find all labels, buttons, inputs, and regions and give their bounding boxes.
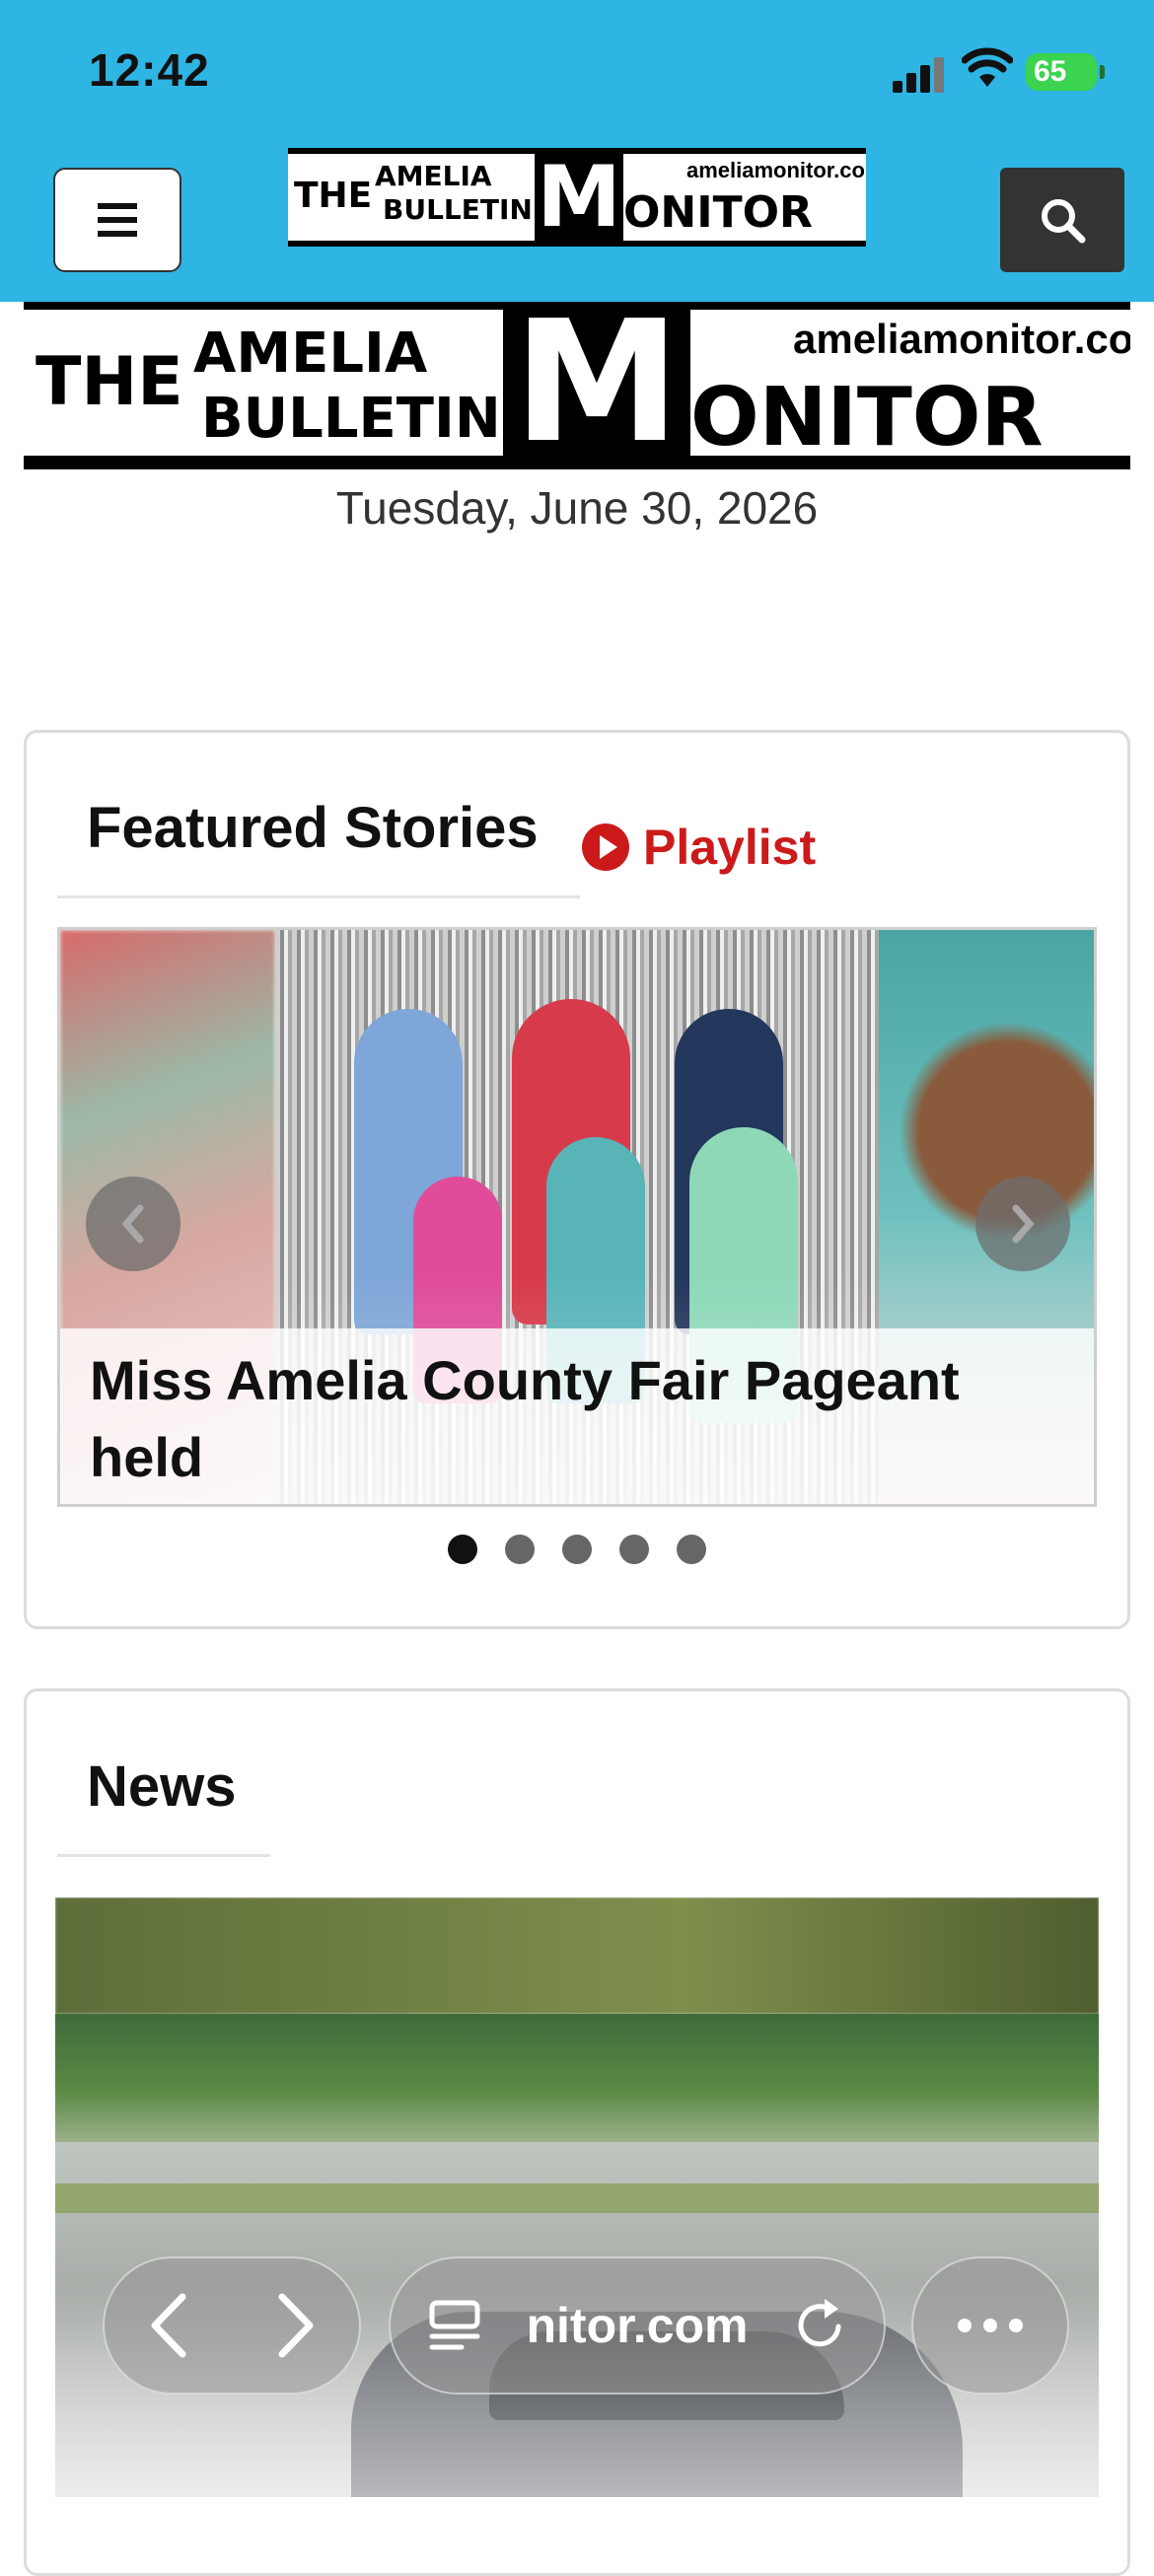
playlist-link[interactable]: Playlist [582, 819, 816, 876]
status-time: 12:42 [89, 44, 210, 96]
chevron-right-icon [1012, 1204, 1035, 1244]
hamburger-menu-icon [98, 203, 137, 237]
search-icon [1042, 199, 1086, 244]
carousel-dot-1[interactable] [448, 1535, 477, 1564]
logo-m: M [535, 154, 623, 241]
menu-button[interactable] [53, 168, 181, 272]
carousel-dot-3[interactable] [562, 1535, 592, 1564]
tabs-icon[interactable] [426, 2297, 483, 2354]
url-text[interactable]: nitor.com [483, 2297, 791, 2354]
battery-indicator: 65 [1026, 53, 1105, 91]
masthead-bulletin: BULLETIN [201, 387, 501, 451]
more-button[interactable] [911, 2256, 1069, 2395]
news-article-image[interactable] [55, 1897, 1099, 2497]
slide-caption[interactable]: Miss Amelia County Fair Pageant held [90, 1342, 1066, 1496]
featured-carousel[interactable]: Miss Amelia County Fair Pageant held [57, 927, 1097, 1507]
chevron-left-icon[interactable] [145, 2291, 192, 2360]
carousel-next-button[interactable] [975, 1177, 1070, 1271]
masthead-m: M [503, 310, 690, 456]
masthead-amelia: AMELIA [193, 322, 428, 386]
carousel-dot-5[interactable] [677, 1535, 706, 1564]
search-button[interactable] [1000, 168, 1124, 272]
logo-site: ameliamonitor.com [686, 158, 866, 182]
wifi-icon [962, 47, 1013, 87]
header-logo[interactable]: THE AMELIA BULLETIN M ONITOR ameliamonit… [288, 148, 866, 247]
news-title: News [87, 1754, 237, 1819]
cellular-signal-icon [893, 51, 948, 93]
featured-title-divider [57, 895, 580, 898]
masthead-logo[interactable]: THE AMELIA BULLETIN M ONITOR ameliamonit… [24, 302, 1130, 469]
carousel-dot-2[interactable] [505, 1535, 535, 1564]
playlist-label: Playlist [643, 820, 817, 875]
carousel-prev-button[interactable] [86, 1177, 180, 1271]
play-icon [582, 823, 629, 871]
masthead-the: THE [36, 343, 183, 421]
logo-amelia: AMELIA [375, 160, 492, 192]
carousel-dot-4[interactable] [619, 1535, 649, 1564]
reload-icon[interactable] [791, 2297, 848, 2354]
logo-onitor: ONITOR [623, 187, 813, 238]
featured-stories-title: Featured Stories [87, 796, 539, 860]
address-bar[interactable]: nitor.com [389, 2256, 886, 2395]
chevron-left-icon [121, 1204, 144, 1244]
more-icon [958, 2319, 972, 2332]
logo-the: THE [294, 176, 373, 216]
browser-navigation [103, 2256, 361, 2395]
masthead-site: ameliamonitor.com [793, 316, 1130, 362]
carousel-pagination [0, 1535, 1154, 1564]
masthead-onitor: ONITOR [690, 371, 1044, 465]
current-date: Tuesday, June 30, 2026 [335, 482, 819, 534]
news-title-divider [57, 1854, 270, 1857]
logo-bulletin: BULLETIN [383, 193, 533, 226]
battery-level: 65 [1034, 55, 1067, 88]
chevron-right-icon[interactable] [272, 2291, 320, 2360]
